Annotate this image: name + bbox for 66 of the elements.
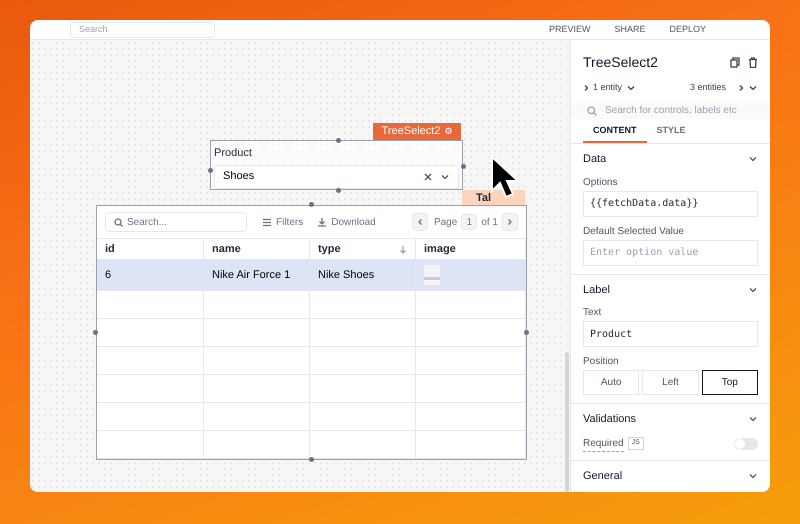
chevron-right-icon — [506, 218, 514, 226]
page-label: Page — [434, 216, 458, 230]
section-title: Data — [583, 152, 606, 167]
page-number-field[interactable]: 1 — [461, 214, 478, 230]
search-field[interactable]: Search... — [105, 212, 247, 232]
tab[interactable]: CONTENT — [583, 121, 646, 143]
selected-value: Shoes — [223, 169, 256, 184]
toggle-switch[interactable] — [734, 438, 758, 450]
column-header[interactable]: name — [204, 239, 310, 259]
column-header[interactable]: type — [310, 239, 416, 259]
previous-page-button[interactable] — [412, 213, 428, 231]
code-input-field[interactable]: {{fetchData.data}} — [583, 190, 758, 216]
field-label: Product — [214, 146, 253, 161]
resize-handle[interactable] — [524, 330, 529, 335]
resize-handle[interactable] — [93, 330, 98, 335]
clear-icon — [424, 172, 432, 180]
next-page-button[interactable] — [502, 213, 518, 231]
code-input-field[interactable]: Product — [583, 321, 758, 347]
resize-handle[interactable] — [309, 457, 314, 462]
position-option[interactable]: Top — [702, 370, 758, 395]
resize-handle[interactable] — [208, 168, 213, 173]
section-title: Validations — [583, 412, 636, 427]
resize-handle[interactable] — [461, 164, 466, 169]
mouse-pointer-icon — [490, 155, 520, 199]
download-icon — [317, 217, 328, 227]
copy-icon — [730, 57, 740, 68]
field-label: Options — [583, 176, 618, 190]
position-option[interactable]: Auto — [583, 370, 640, 395]
tab[interactable]: STYLE — [646, 121, 696, 143]
widget-name: TreeSelect2 — [382, 124, 440, 140]
resize-handle[interactable] — [336, 188, 341, 193]
field-label: Position — [583, 355, 620, 369]
treeselect-field[interactable]: Shoes — [214, 164, 459, 188]
entity-dropdown[interactable]: 1 entity — [583, 81, 636, 94]
search-icon — [114, 218, 123, 226]
table-row[interactable]: 6 Nike Air Force 1 Nike Shoes — [97, 260, 526, 291]
column-header[interactable]: image — [416, 239, 526, 259]
field-label: Text — [583, 306, 602, 320]
field-label: Required — [583, 436, 624, 452]
widget-name-tag[interactable]: Tal — [462, 190, 525, 205]
filters-button[interactable]: Filters — [262, 214, 304, 230]
table-cell: Nike Shoes — [310, 260, 416, 290]
panel-title: TreeSelect2 — [583, 53, 658, 72]
download-button[interactable]: Download — [317, 214, 376, 230]
entity-dropdown[interactable]: 3 entities — [690, 81, 758, 94]
column-header[interactable]: id — [97, 239, 204, 259]
search-icon — [587, 106, 597, 116]
resize-handle[interactable] — [309, 202, 314, 207]
resize-handle[interactable] — [336, 138, 341, 143]
gear-icon: ⚙ — [444, 124, 452, 138]
trash-icon — [748, 57, 758, 68]
header-action[interactable]: SHARE — [614, 22, 646, 36]
section-title: General — [583, 468, 622, 484]
section-title: Label — [583, 282, 610, 298]
filter-icon — [262, 218, 272, 226]
table-cell: 6 — [97, 260, 204, 290]
page-count: of 1 — [481, 216, 498, 230]
image-thumbnail — [424, 265, 440, 285]
field-label: Default Selected Value — [583, 224, 685, 238]
header-action[interactable]: DEPLOY — [669, 22, 706, 36]
position-option[interactable]: Left — [642, 370, 699, 395]
chevron-right-icon — [583, 84, 589, 92]
chevron-right-icon — [738, 84, 744, 92]
chevron-left-icon — [416, 218, 424, 226]
table-cell: Nike Air Force 1 — [204, 260, 310, 290]
header-action[interactable]: PREVIEW — [548, 22, 590, 36]
